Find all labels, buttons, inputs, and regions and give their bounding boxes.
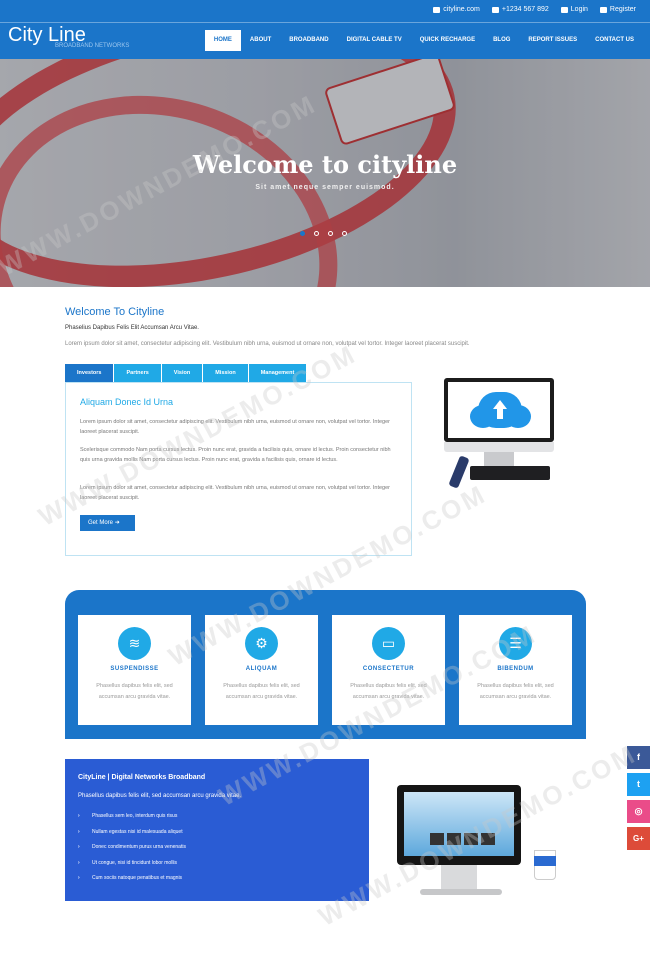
twitter-icon[interactable]: t: [627, 773, 650, 796]
tab-management[interactable]: Management: [248, 364, 308, 382]
screen-thumbnails: [430, 833, 495, 845]
slider-dot-4[interactable]: [342, 231, 347, 236]
slider-dot-1[interactable]: [300, 231, 305, 236]
monitor-stand: [484, 452, 514, 466]
service-title: BIBENDUM: [497, 666, 534, 672]
get-more-button[interactable]: Get More ➜: [80, 515, 135, 531]
chevron-right-icon: ›: [78, 828, 80, 835]
tab-panel-title: Aliquam Donec Id Urna: [80, 397, 174, 407]
welcome-subtitle: Phaselius Dapibus Felis Elit Accumsan Ar…: [65, 325, 199, 331]
chevron-right-icon: ›: [78, 844, 80, 850]
mug-band: [534, 856, 556, 866]
feature-list: › Phasellus sem leo, interdum quis risus …: [78, 809, 186, 887]
service-card-consectetur[interactable]: ▭ CONSECTETUR Phasellus dapibus felis el…: [332, 615, 445, 725]
nav-contact-us[interactable]: CONTACT US: [586, 30, 643, 51]
upload-arrow-stem: [497, 408, 503, 419]
header-divider: [0, 22, 650, 23]
page: cityline.com +1234 567 892 Login Registe…: [0, 0, 650, 963]
google-plus-icon[interactable]: G+: [627, 827, 650, 850]
chevron-right-icon: ›: [78, 859, 80, 866]
tab-paragraph-1: Lorem ipsum dolor sit amet, consectetur …: [80, 419, 390, 435]
login-icon: [560, 6, 568, 13]
service-card-bibendum[interactable]: ☰ BIBENDUM Phasellus dapibus felis elit,…: [459, 615, 572, 725]
chevron-right-icon: ›: [78, 875, 80, 881]
tab-panel: Aliquam Donec Id Urna Lorem ipsum dolor …: [65, 382, 412, 556]
monitor-chin: [444, 442, 554, 452]
nav-blog[interactable]: BLOG: [484, 30, 519, 51]
topbar: cityline.com +1234 567 892 Login Registe…: [433, 6, 636, 13]
services-section: ≋ SUSPENDISSE Phasellus dapibus felis el…: [65, 590, 586, 739]
login-link[interactable]: Login: [560, 6, 588, 13]
tab-paragraph-2: Scelerisque commodo Nam porta cursus lec…: [80, 447, 391, 463]
welcome-text: Lorem ipsum dolor sit amet, consectetur …: [65, 341, 470, 347]
main-nav: HOME ABOUT BROADBAND DIGITAL CABLE TV QU…: [204, 30, 643, 51]
service-text: Phasellus dapibus felis elit, sed accums…: [477, 683, 554, 700]
facebook-icon[interactable]: f: [627, 746, 650, 769]
tab-mission[interactable]: Mission: [203, 364, 249, 382]
service-text: Phasellus dapibus felis elit, sed accums…: [350, 683, 427, 700]
service-text: Phasellus dapibus felis elit, sed accums…: [96, 683, 173, 700]
get-more-label: Get More: [88, 520, 114, 526]
hero-subtitle: Sit amet neque semper euismod.: [255, 184, 395, 191]
header: cityline.com +1234 567 892 Login Registe…: [0, 0, 650, 59]
logo-tagline: BROADBAND NETWORKS: [55, 43, 130, 49]
phone-link[interactable]: +1234 567 892: [491, 6, 549, 13]
service-title: ALIQUAM: [245, 666, 278, 672]
monitor-icon: ▭: [372, 627, 405, 660]
welcome-title: Welcome To Cityline: [65, 306, 165, 318]
register-icon: [599, 6, 607, 13]
list-item: › Ut congue, nisi id tincidunt lobor moll…: [78, 856, 186, 872]
mail-icon: [433, 6, 441, 13]
gear-icon: ⚙: [245, 627, 278, 660]
register-link[interactable]: Register: [599, 6, 636, 13]
digital-networks-title: CityLine | Digital Networks Broadband: [78, 774, 206, 781]
dribbble-icon[interactable]: ◎: [627, 800, 650, 823]
list-item: › Donec condimentum purus urna venenatis: [78, 840, 186, 856]
info-tabs: Investors Partners Vision Mission Manage…: [65, 364, 308, 382]
service-card-aliquam[interactable]: ⚙ ALIQUAM Phasellus dapibus felis elit, …: [205, 615, 318, 725]
nav-about[interactable]: ABOUT: [241, 30, 280, 51]
set-top-box-image: [470, 466, 550, 480]
slider-dot-3[interactable]: [328, 231, 333, 236]
list-item: › Cum sociis natoque penatibus et magnis: [78, 871, 186, 887]
chevron-right-icon: ›: [78, 813, 80, 819]
service-title: SUSPENDISSE: [110, 666, 159, 672]
remote-control-image: [448, 455, 470, 489]
nav-quick-recharge[interactable]: QUICK RECHARGE: [411, 30, 484, 51]
server-icon: ☰: [499, 627, 532, 660]
nav-home[interactable]: HOME: [204, 30, 241, 51]
site-link[interactable]: cityline.com: [433, 6, 480, 13]
wifi-icon: ≋: [118, 627, 151, 660]
arrow-right-icon: ➜: [114, 520, 120, 526]
list-item: › Phasellus sem leo, interdum quis risus: [78, 809, 186, 825]
tab-partners[interactable]: Partners: [114, 364, 162, 382]
tab-vision[interactable]: Vision: [161, 364, 204, 382]
nav-report-issues[interactable]: REPORT ISSUES: [519, 30, 586, 51]
digital-networks-panel: CityLine | Digital Networks Broadband Ph…: [65, 759, 369, 901]
service-text: Phasellus dapibus felis elit, sed accums…: [223, 683, 300, 700]
desktop-screen-image: [404, 792, 514, 856]
service-title: CONSECTETUR: [362, 666, 415, 672]
tab-paragraph-3: Lorem ipsum dolor sit amet, consectetur …: [80, 485, 390, 501]
nav-digital-cable-tv[interactable]: DIGITAL CABLE TV: [338, 30, 411, 51]
tab-investors[interactable]: Investors: [65, 364, 115, 382]
hero-title: Welcome to cityline: [192, 150, 458, 179]
service-card-suspendisse[interactable]: ≋ SUSPENDISSE Phasellus dapibus felis el…: [78, 615, 191, 725]
nav-broadband[interactable]: BROADBAND: [280, 30, 337, 51]
digital-networks-subtitle: Phasellus dapibus felis elit, sed accums…: [78, 793, 242, 799]
desktop-base: [420, 889, 502, 895]
hero-slider: Welcome to cityline Sit amet neque sempe…: [0, 59, 650, 287]
slider-dot-2[interactable]: [314, 231, 319, 236]
phone-icon: [491, 6, 499, 13]
slider-dots: [300, 231, 347, 236]
list-item: › Nullam egestas nisi id malesuada alique…: [78, 825, 186, 841]
desktop-stand: [441, 865, 477, 889]
